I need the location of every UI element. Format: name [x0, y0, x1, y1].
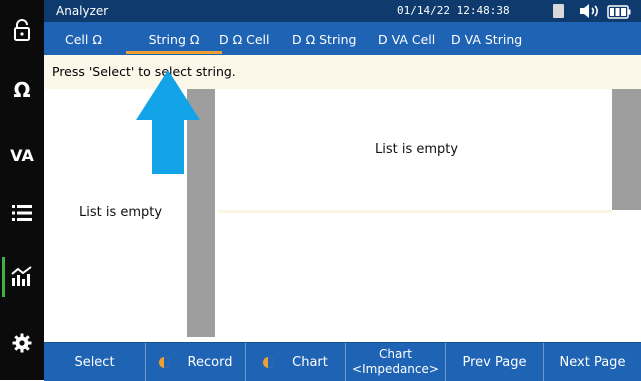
sidebar: Ω VA	[0, 0, 44, 380]
sd-card-icon	[553, 4, 564, 18]
list-icon	[12, 204, 32, 222]
left-empty-message: List is empty	[79, 205, 163, 220]
title-bar: Analyzer 01/14/22 12:48:38	[44, 0, 641, 22]
select-label: Select	[74, 354, 115, 370]
tab-bar: Cell Ω String Ω D Ω Cell D Ω String D VA…	[44, 22, 641, 55]
sidebar-item-list[interactable]	[0, 183, 44, 243]
sidebar-item-va[interactable]: VA	[0, 125, 44, 185]
va-icon: VA	[10, 145, 34, 165]
record-toggle-button[interactable]: Record	[146, 343, 246, 381]
chart-impedance-label: Chart <Impedance>	[352, 347, 439, 377]
chart-icon	[11, 266, 33, 286]
lock-icon	[13, 19, 31, 41]
tab-label: D Ω String	[292, 32, 357, 47]
tab-label: Cell Ω	[65, 32, 102, 47]
ohm-icon: Ω	[13, 78, 31, 102]
app-title: Analyzer	[56, 4, 109, 18]
message-bar: Press 'Select' to select string.	[44, 55, 641, 89]
right-empty-message: List is empty	[375, 142, 459, 157]
pointer-arrow-icon	[136, 70, 200, 174]
toggle-icon	[158, 356, 170, 368]
tab-label: String Ω	[148, 32, 200, 47]
record-label: Record	[187, 354, 233, 370]
gear-icon	[12, 333, 32, 353]
chart-impedance-line2: <Impedance>	[352, 362, 439, 376]
sidebar-item-settings[interactable]	[0, 313, 44, 373]
chart-toggle-button[interactable]: Chart	[246, 343, 346, 381]
toggle-icon	[263, 356, 275, 368]
tab-cell-ohm[interactable]: Cell Ω	[65, 22, 102, 55]
datetime: 01/14/22 12:48:38	[397, 4, 510, 17]
content-area: List is empty List is empty	[44, 89, 641, 342]
detail-list-pane[interactable]: List is empty	[215, 89, 612, 210]
tab-d-ohm-cell[interactable]: D Ω Cell	[219, 22, 270, 55]
prev-page-label: Prev Page	[462, 354, 527, 370]
tab-d-va-cell[interactable]: D VA Cell	[378, 22, 435, 55]
chart-impedance-button[interactable]: Chart <Impedance>	[346, 343, 446, 381]
tab-label: D Ω Cell	[219, 32, 270, 47]
right-scrollbar[interactable]	[612, 89, 641, 210]
next-page-label: Next Page	[559, 354, 626, 370]
next-page-button[interactable]: Next Page	[544, 343, 641, 381]
chart-label: Chart	[292, 354, 328, 370]
tab-label: D VA String	[451, 32, 523, 47]
sidebar-item-chart[interactable]	[0, 246, 44, 306]
active-tab-underline	[126, 51, 222, 54]
pane-divider	[219, 210, 612, 213]
tab-d-va-string[interactable]: D VA String	[451, 22, 522, 55]
header: Analyzer 01/14/22 12:48:38 Cell Ω String…	[44, 0, 641, 55]
tab-string-ohm[interactable]: String Ω	[126, 22, 222, 55]
chart-impedance-line1: Chart	[379, 347, 412, 361]
tab-label: D VA Cell	[378, 32, 436, 47]
sidebar-item-ohm[interactable]: Ω	[0, 60, 44, 120]
tab-d-ohm-string[interactable]: D Ω String	[292, 22, 356, 55]
select-button[interactable]: Select	[44, 343, 146, 381]
prev-page-button[interactable]: Prev Page	[446, 343, 544, 381]
lock-button[interactable]	[0, 7, 44, 53]
footer-toolbar: Select Record Chart Chart <Impedance> Pr…	[44, 342, 641, 381]
